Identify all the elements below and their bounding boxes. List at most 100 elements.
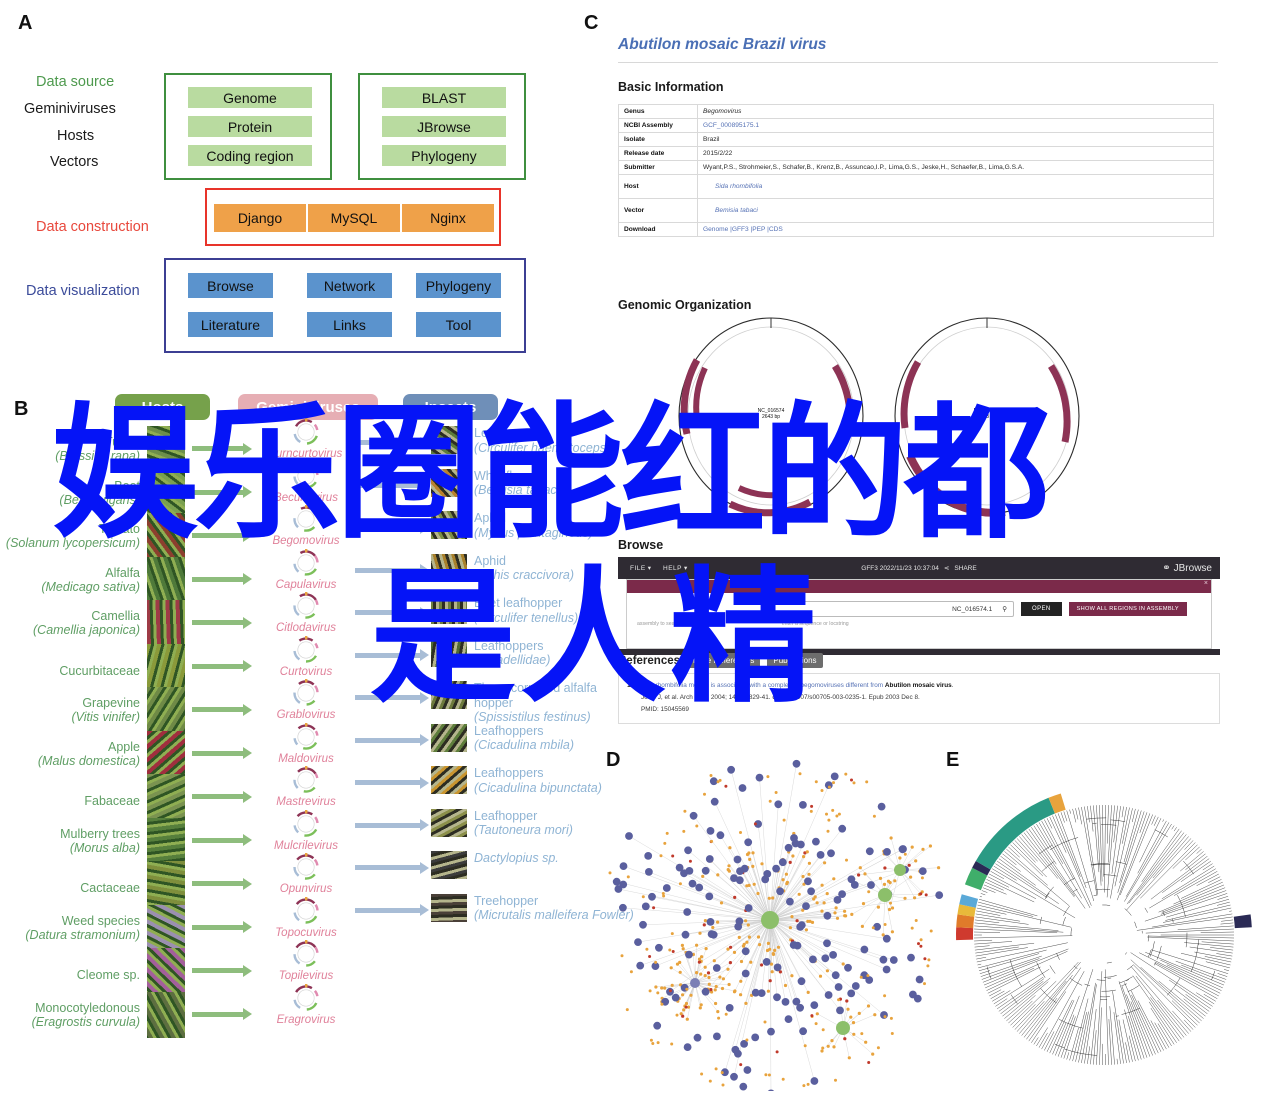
network-node[interactable] (838, 825, 846, 833)
network-node[interactable] (831, 809, 834, 812)
network-node[interactable] (700, 955, 703, 958)
network-node[interactable] (728, 870, 731, 873)
network-node[interactable] (683, 908, 691, 916)
network-node[interactable] (821, 954, 829, 962)
network-node[interactable] (682, 947, 685, 950)
network-node[interactable] (662, 895, 665, 898)
network-node[interactable] (827, 849, 835, 857)
network-node[interactable] (726, 948, 729, 951)
virus-genus-item[interactable]: Curtovirus (258, 634, 354, 678)
network-node[interactable] (783, 819, 786, 822)
network-node[interactable] (709, 1080, 712, 1083)
chip-phylogeny[interactable]: Phylogeny (382, 145, 506, 166)
network-node[interactable] (827, 819, 830, 822)
network-node[interactable] (749, 961, 752, 964)
network-node[interactable] (734, 856, 742, 864)
network-node[interactable] (888, 908, 891, 911)
insect-row[interactable]: Leafhoppers(Cicadulina mbila) (431, 724, 574, 753)
network-node[interactable] (722, 977, 725, 980)
network-node[interactable] (884, 923, 887, 926)
network-node[interactable] (893, 879, 896, 882)
network-node[interactable] (707, 918, 715, 926)
network-node[interactable] (867, 1004, 870, 1007)
network-node[interactable] (808, 862, 811, 865)
network-node[interactable] (774, 964, 782, 972)
network-node[interactable] (820, 910, 823, 913)
network-node[interactable] (654, 985, 657, 988)
network-node[interactable] (644, 852, 652, 860)
network-node[interactable] (715, 1067, 718, 1070)
network-node[interactable] (672, 994, 680, 1002)
network-node[interactable] (720, 901, 723, 904)
network-node[interactable] (739, 831, 742, 834)
network-node[interactable] (663, 884, 671, 892)
network-node[interactable] (609, 871, 612, 874)
network-node[interactable] (739, 784, 747, 792)
host-row[interactable]: Camellia(Camellia japonica) (0, 600, 185, 646)
network-node[interactable] (823, 861, 826, 864)
network-node[interactable] (767, 990, 770, 993)
network-node[interactable] (771, 896, 774, 899)
network-node[interactable] (774, 800, 782, 808)
network-node[interactable] (883, 866, 886, 869)
network-node[interactable] (909, 876, 912, 879)
network-node[interactable] (756, 774, 764, 782)
network-node[interactable] (867, 881, 875, 889)
network-node[interactable] (807, 991, 810, 994)
host-row[interactable]: Beet(Beta vulgaris) (0, 470, 185, 516)
network-node[interactable] (708, 930, 716, 938)
network-node[interactable] (710, 840, 713, 843)
network-node[interactable] (792, 840, 800, 848)
network-node[interactable] (916, 976, 924, 984)
virus-genus-item[interactable]: Grablovirus (258, 677, 354, 721)
network-node[interactable] (830, 1039, 833, 1042)
search-input[interactable]: NC_016574.1 ⚲ (774, 601, 1014, 617)
chip-phylogeny-vis[interactable]: Phylogeny (416, 273, 501, 298)
network-node[interactable] (751, 865, 754, 868)
circular-tree-svg[interactable] (940, 745, 1269, 1091)
virus-genus-item[interactable]: Mastrevirus (258, 764, 354, 808)
network-node[interactable] (844, 773, 847, 776)
network-node[interactable] (739, 980, 742, 983)
host-row[interactable]: Fabaceae (0, 774, 185, 820)
network-node[interactable] (804, 877, 812, 885)
network-node[interactable] (880, 956, 888, 964)
network-node[interactable] (668, 949, 671, 952)
network-node[interactable] (767, 942, 770, 945)
network-node[interactable] (630, 970, 633, 973)
table-value[interactable]: Bemisia tabaci (698, 199, 1214, 223)
network-node[interactable] (651, 1042, 654, 1045)
network-node[interactable] (877, 906, 880, 909)
jbrowse-viewer[interactable]: FILE ▾ HELP ▾ GFF3 2022/11/23 10:37:04 ⋖… (618, 557, 1220, 655)
network-node[interactable] (726, 968, 729, 971)
jbrowse-help-menu[interactable]: HELP (663, 565, 682, 572)
network-node[interactable] (706, 855, 714, 863)
network-node[interactable] (764, 1021, 767, 1024)
network-node[interactable] (775, 791, 778, 794)
network-node[interactable] (811, 1077, 819, 1085)
network-node[interactable] (685, 988, 688, 991)
network-node[interactable] (842, 962, 845, 965)
network-node[interactable] (776, 887, 784, 895)
network-node[interactable] (891, 930, 894, 933)
network-node[interactable] (679, 882, 682, 885)
network-node[interactable] (823, 939, 831, 947)
network-node[interactable] (769, 979, 772, 982)
network-node[interactable] (829, 951, 837, 959)
network-node[interactable] (707, 827, 715, 835)
network-node[interactable] (844, 914, 847, 917)
network-node[interactable] (860, 976, 863, 979)
network-node[interactable] (867, 890, 870, 893)
network-node[interactable] (689, 860, 692, 863)
network-node[interactable] (648, 955, 651, 958)
network-node[interactable] (794, 942, 802, 950)
network-node[interactable] (660, 854, 663, 857)
network-node[interactable] (836, 1007, 844, 1015)
network-node[interactable] (760, 963, 763, 966)
network-node[interactable] (702, 988, 710, 996)
network-node[interactable] (740, 960, 743, 963)
network-node[interactable] (695, 944, 698, 947)
network-node[interactable] (814, 895, 817, 898)
host-row[interactable]: Tomato(Solanum lycopersicum) (0, 513, 185, 559)
network-node[interactable] (711, 798, 719, 806)
